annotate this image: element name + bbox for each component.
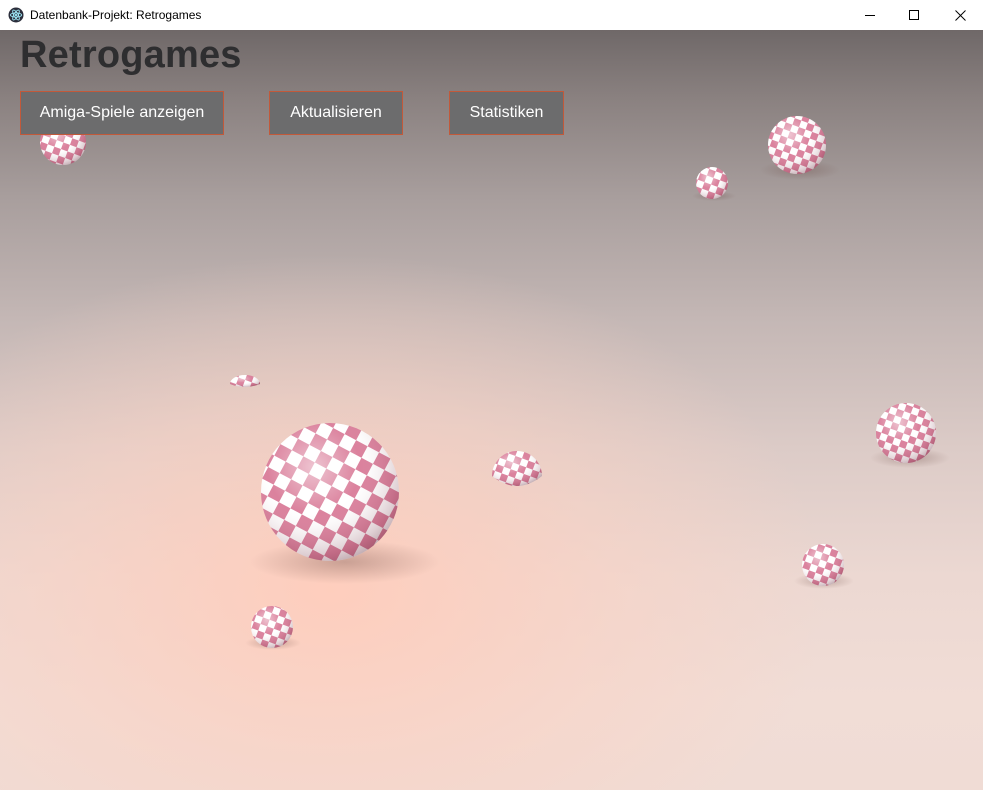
- checkered-sphere: [802, 544, 844, 586]
- checkered-sphere: [768, 116, 826, 174]
- page-title: Retrogames: [20, 34, 242, 76]
- maximize-button[interactable]: [891, 0, 937, 30]
- close-button[interactable]: [937, 0, 983, 30]
- statistics-button[interactable]: Statistiken: [449, 91, 564, 135]
- checkered-spheres-background: [40, 116, 950, 650]
- checkered-sphere: [251, 606, 293, 648]
- app-window: Datenbank-Projekt: Retrogames Retrogames…: [0, 0, 983, 790]
- half-sphere: [230, 375, 260, 387]
- minimize-button[interactable]: [847, 0, 893, 30]
- electron-atom-icon: [8, 7, 24, 23]
- main-content: Retrogames Amiga-Spiele anzeigen Aktuali…: [0, 30, 983, 790]
- large-checkered-sphere: [261, 423, 399, 561]
- close-icon: [954, 9, 966, 21]
- minimize-icon: [865, 15, 875, 16]
- window-title: Datenbank-Projekt: Retrogames: [30, 8, 202, 22]
- refresh-button[interactable]: Aktualisieren: [269, 91, 403, 135]
- maximize-icon: [909, 10, 919, 20]
- show-amiga-games-button[interactable]: Amiga-Spiele anzeigen: [20, 91, 224, 135]
- checkered-sphere: [696, 167, 728, 199]
- title-bar[interactable]: Datenbank-Projekt: Retrogames: [0, 0, 983, 30]
- half-sphere: [492, 451, 542, 486]
- checkered-sphere: [876, 403, 936, 463]
